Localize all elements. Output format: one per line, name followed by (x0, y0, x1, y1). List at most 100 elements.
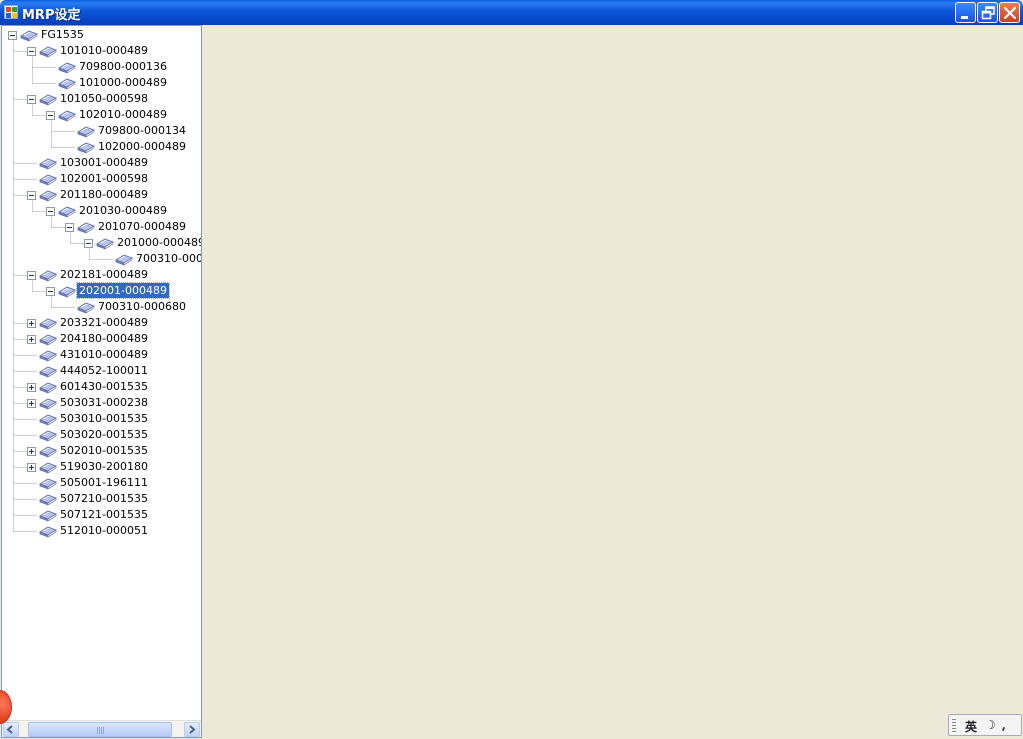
expand-icon[interactable] (27, 399, 36, 408)
tree-node-label[interactable]: 503031-000238 (58, 395, 150, 410)
scroll-left-button[interactable] (3, 722, 19, 737)
book-icon (39, 350, 57, 362)
tree-node-label[interactable]: 102001-000598 (58, 171, 150, 186)
book-icon (39, 446, 57, 458)
book-icon (39, 366, 57, 378)
restore-button[interactable] (977, 2, 998, 23)
ime-half-width-icon[interactable]: ☽ (985, 718, 996, 732)
book-icon (39, 318, 57, 330)
book-icon (58, 286, 76, 298)
tree-node-label[interactable]: 512010-000051 (58, 523, 150, 538)
tree-node-label[interactable]: 101000-000489 (77, 75, 169, 90)
window-title: MRP设定 (22, 8, 81, 23)
tree-panel[interactable]: FG1535 101010-000489 709800-000136 101000-0… (1, 25, 202, 738)
book-icon (77, 222, 95, 234)
tree-node-label[interactable]: 102010-000489 (77, 107, 169, 122)
book-icon (58, 78, 76, 90)
book-icon (39, 478, 57, 490)
restore-icon (981, 6, 995, 20)
tree-node-label[interactable]: 700310-000680 (96, 299, 188, 314)
book-icon (115, 254, 133, 266)
book-icon (39, 398, 57, 410)
expand-icon[interactable] (27, 463, 36, 472)
scroll-right-button[interactable] (184, 722, 200, 737)
tree-node-label[interactable]: 203321-000489 (58, 315, 150, 330)
collapse-icon[interactable] (27, 95, 36, 104)
tree-node-label[interactable]: 101010-000489 (58, 43, 150, 58)
book-icon (39, 494, 57, 506)
tree-node-label[interactable]: 709800-000134 (96, 123, 188, 138)
expand-icon[interactable] (27, 335, 36, 344)
book-icon (39, 94, 57, 106)
collapse-icon[interactable] (46, 111, 55, 120)
collapse-icon[interactable] (65, 223, 74, 232)
tree-node-label[interactable]: 507121-001535 (58, 507, 150, 522)
collapse-icon[interactable] (27, 191, 36, 200)
collapse-icon[interactable] (84, 239, 93, 248)
expand-icon[interactable] (27, 447, 36, 456)
book-icon (77, 142, 95, 154)
tree-node-label[interactable]: 503010-001535 (58, 411, 150, 426)
tree-node-label[interactable]: 601430-001535 (58, 379, 150, 394)
book-icon (77, 302, 95, 314)
book-icon (39, 430, 57, 442)
tree-node-label[interactable]: 507210-001535 (58, 491, 150, 506)
close-button[interactable] (999, 2, 1020, 23)
expand-icon[interactable] (27, 319, 36, 328)
minimize-button[interactable] (955, 2, 976, 23)
content-area (202, 25, 1023, 739)
tree-node-label[interactable]: 503020-001535 (58, 427, 150, 442)
horizontal-scrollbar[interactable] (2, 720, 201, 737)
book-icon (58, 110, 76, 122)
book-icon (39, 462, 57, 474)
tree-node-label-selected[interactable]: 202001-000489 (76, 282, 170, 299)
close-icon (1003, 6, 1017, 20)
book-icon (77, 126, 95, 138)
ime-toolbar[interactable]: 英 ☽ ⸴ (948, 714, 1022, 736)
book-icon (58, 206, 76, 218)
book-icon (58, 62, 76, 74)
ime-grip[interactable] (952, 719, 956, 732)
book-icon (39, 46, 57, 58)
tree-node-label[interactable]: 201180-000489 (58, 187, 150, 202)
tree-node-label[interactable]: 505001-196111 (58, 475, 150, 490)
chevron-right-icon (189, 725, 196, 734)
tree-node-label[interactable]: 201030-000489 (77, 203, 169, 218)
ime-punctuation-icon[interactable]: ⸴ (1002, 717, 1005, 735)
ime-language-toggle[interactable]: 英 (965, 718, 977, 735)
collapse-icon[interactable] (8, 31, 17, 40)
tree-node-label[interactable]: 444052-100011 (58, 363, 150, 378)
collapse-icon[interactable] (46, 287, 55, 296)
collapse-icon[interactable] (27, 271, 36, 280)
book-icon (39, 526, 57, 538)
tree-node-label[interactable]: 103001-000489 (58, 155, 150, 170)
book-icon (39, 334, 57, 346)
book-icon (39, 270, 57, 282)
book-icon (39, 158, 57, 170)
tree-node-label[interactable]: 204180-000489 (58, 331, 150, 346)
scroll-thumb[interactable] (28, 722, 172, 737)
tree-node-label[interactable]: 202181-000489 (58, 267, 150, 282)
tree-node-label[interactable]: 201070-000489 (96, 219, 188, 234)
book-icon (39, 510, 57, 522)
tree-node-label[interactable]: 201000-000489 (115, 235, 201, 250)
tree-node-label[interactable]: 709800-000136 (77, 59, 169, 74)
tree-node-label[interactable]: 101050-000598 (58, 91, 150, 106)
book-icon (39, 414, 57, 426)
chevron-left-icon (6, 725, 13, 734)
tree-node-label[interactable]: 700310-0002 (134, 251, 201, 266)
collapse-icon[interactable] (27, 47, 36, 56)
book-icon (39, 174, 57, 186)
title-bar[interactable]: MRP设定 (0, 0, 1023, 25)
book-icon (39, 382, 57, 394)
tree-node-label[interactable]: 519030-200180 (58, 459, 150, 474)
app-icon[interactable] (4, 5, 18, 19)
tree-node-label[interactable]: 102000-000489 (96, 139, 188, 154)
book-icon (39, 190, 57, 202)
scroll-grip (97, 727, 105, 734)
collapse-icon[interactable] (46, 207, 55, 216)
tree-node-label[interactable]: 502010-001535 (58, 443, 150, 458)
tree-node-label[interactable]: 431010-000489 (58, 347, 150, 362)
tree-node-label[interactable]: FG1535 (39, 27, 86, 42)
expand-icon[interactable] (27, 383, 36, 392)
